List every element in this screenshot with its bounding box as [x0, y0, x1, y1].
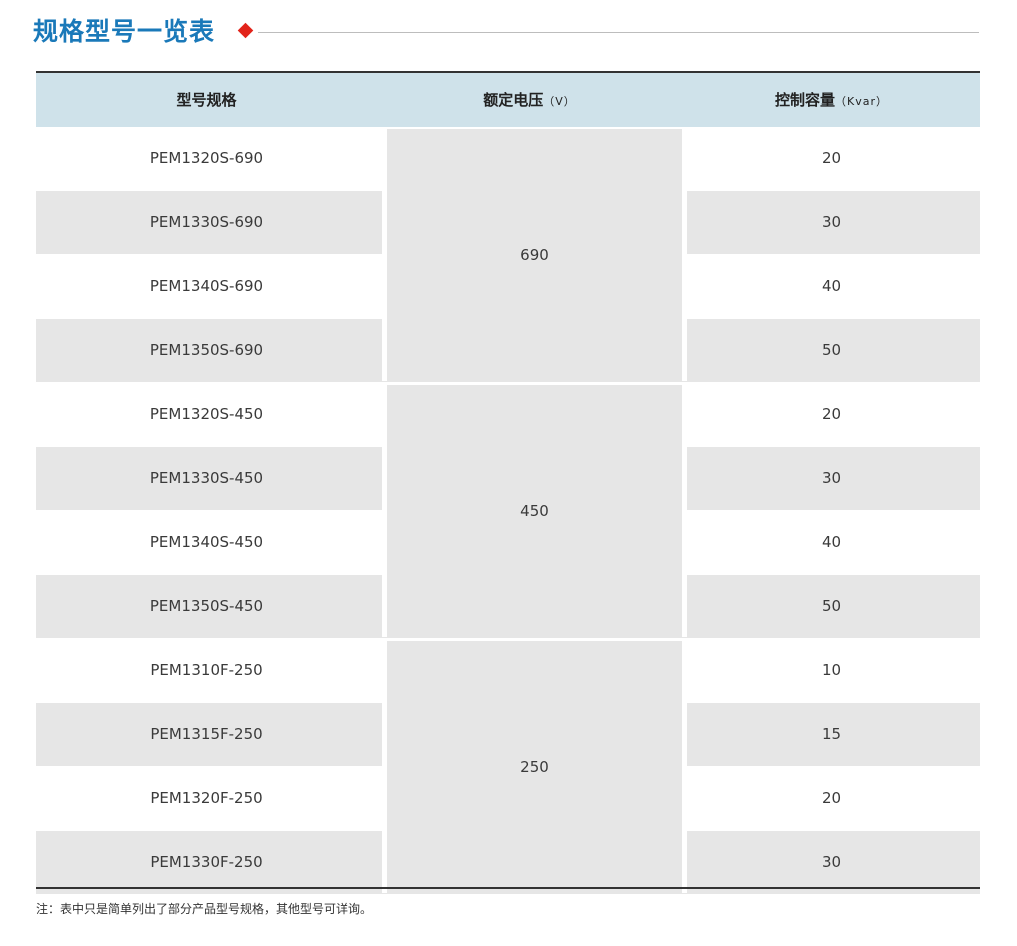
capacity-cell: 15 [821, 725, 842, 743]
model-cell: PEM1330F-250 [150, 853, 263, 871]
model-cell: PEM1315F-250 [150, 725, 263, 743]
header-voltage: 额定电压（V） [382, 73, 677, 127]
title-row: 规格型号一览表 [33, 14, 979, 50]
voltage-cell: 690 [382, 129, 687, 381]
capacity-cell: 30 [821, 853, 842, 871]
capacity-cell: 50 [821, 341, 842, 359]
header-capacity: 控制容量（Kvar） [683, 73, 980, 127]
table-body: PEM1320S-690 20 PEM1330S-690 30 PEM1340S-690… [36, 127, 980, 894]
model-cell: PEM1330S-690 [149, 213, 264, 231]
voltage-cell: 450 [382, 385, 687, 637]
title-divider [258, 32, 979, 33]
model-cell: PEM1340S-690 [149, 277, 264, 295]
model-cell: PEM1320S-450 [149, 405, 264, 423]
footnote: 注：表中只是简单列出了部分产品型号规格，其他型号可详询。 [36, 902, 373, 916]
capacity-cell: 20 [821, 405, 842, 423]
capacity-cell: 40 [821, 533, 842, 551]
page-title: 规格型号一览表 [33, 17, 216, 46]
header-model-label: 型号规格 [176, 91, 237, 109]
spec-table: 型号规格 额定电压（V） 控制容量（Kvar） PEM1320S-690 20 PE… [36, 71, 980, 894]
model-cell: PEM1330S-450 [149, 469, 264, 487]
header-voltage-unit: （V） [543, 95, 576, 108]
model-cell: PEM1340S-450 [149, 533, 264, 551]
diamond-icon [237, 22, 254, 39]
header-model: 型号规格 [36, 73, 377, 127]
capacity-cell: 10 [821, 661, 842, 679]
header-capacity-unit: （Kvar） [835, 95, 888, 108]
model-cell: PEM1320S-690 [149, 149, 264, 167]
model-cell: PEM1350S-690 [149, 341, 264, 359]
model-cell: PEM1320F-250 [150, 789, 263, 807]
capacity-cell: 20 [821, 149, 842, 167]
table-bottom-rule [36, 887, 980, 889]
model-cell: PEM1350S-450 [149, 597, 264, 615]
voltage-cell: 250 [382, 641, 687, 893]
capacity-cell: 50 [821, 597, 842, 615]
header-voltage-label: 额定电压 [483, 91, 544, 109]
capacity-cell: 30 [821, 213, 842, 231]
table-header: 型号规格 额定电压（V） 控制容量（Kvar） [36, 73, 980, 127]
capacity-cell: 20 [821, 789, 842, 807]
model-cell: PEM1310F-250 [150, 661, 263, 679]
capacity-cell: 30 [821, 469, 842, 487]
capacity-cell: 40 [821, 277, 842, 295]
header-capacity-label: 控制容量 [774, 91, 835, 109]
